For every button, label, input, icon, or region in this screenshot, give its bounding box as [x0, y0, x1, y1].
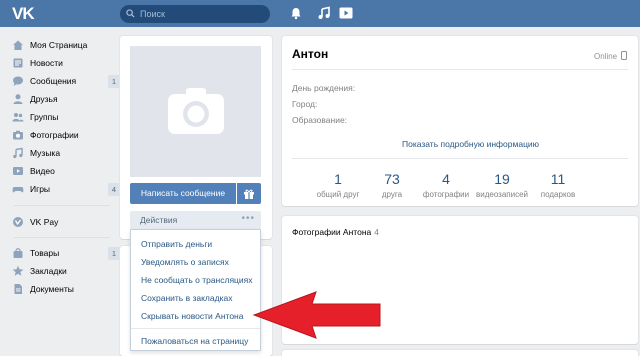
sidebar-item-label: Музыка — [30, 148, 61, 158]
stat-label: видеозаписей — [475, 190, 529, 199]
music-note-icon — [13, 147, 23, 159]
education-label: Образование: — [292, 115, 348, 125]
sidebar-item-documents[interactable]: Документы — [10, 280, 110, 298]
stat-number: 73 — [384, 171, 400, 187]
online-status: Online — [594, 51, 628, 61]
sidebar-item-friends[interactable]: Друзья — [10, 90, 110, 108]
search-placeholder: Поиск — [140, 9, 165, 19]
divider — [292, 158, 628, 159]
sidebar-item-label: Новости — [30, 58, 63, 68]
stat-label: фотографии — [422, 190, 470, 199]
star-icon — [12, 265, 24, 276]
sidebar-item-messages[interactable]: Сообщения 1 — [10, 72, 120, 90]
vkpay-icon — [13, 217, 23, 227]
gift-icon — [244, 189, 254, 199]
bag-icon — [13, 248, 23, 258]
friends-icon — [13, 94, 23, 104]
goods-count-badge: 1 — [108, 247, 120, 260]
sidebar-item-label: Игры — [30, 184, 51, 194]
show-more-info-link[interactable]: Показать подробную информацию — [402, 139, 539, 149]
menu-item-save-bookmarks[interactable]: Сохранить в закладках — [141, 293, 232, 303]
play-icon[interactable] — [339, 6, 353, 20]
menu-item-notify-posts[interactable]: Уведомлять о записях — [141, 257, 229, 267]
news-icon — [13, 58, 23, 68]
sidebar-item-groups[interactable]: Группы — [10, 108, 110, 126]
groups-icon — [12, 113, 24, 122]
sidebar-item-label: Сообщения — [30, 76, 77, 86]
next-card — [282, 350, 638, 356]
gift-button[interactable] — [237, 183, 261, 204]
photos-title[interactable]: Фотографии Антона 4 — [292, 227, 379, 237]
sidebar-divider — [14, 237, 110, 238]
sidebar-item-label: Документы — [30, 284, 74, 294]
online-status-text: Online — [594, 52, 618, 61]
sidebar-item-label: Товары — [30, 248, 60, 258]
games-count-badge: 4 — [108, 183, 120, 196]
menu-item-report-page[interactable]: Пожаловаться на страницу — [141, 336, 248, 346]
document-icon — [14, 284, 22, 294]
camera-icon — [13, 130, 23, 140]
vk-logo[interactable]: VK — [12, 5, 36, 23]
birthday-label: День рождения: — [292, 83, 356, 93]
sidebar-item-label: Фотографии — [30, 130, 79, 140]
actions-label: Действия — [140, 215, 178, 225]
camera-placeholder-icon — [168, 88, 224, 134]
red-arrow-annotation — [252, 291, 381, 339]
actions-dropdown: Отправить деньги Уведомлять о записях Не… — [130, 229, 261, 351]
search-bar[interactable]: Поиск — [120, 5, 270, 23]
divider — [292, 69, 628, 70]
stat-friends[interactable]: 73 друга — [362, 171, 422, 199]
mobile-icon — [621, 51, 628, 60]
stat-photos[interactable]: 4 фотографии — [416, 171, 476, 199]
sidebar-item-label: VK Pay — [30, 217, 59, 227]
stat-mutual-friends[interactable]: 1 общий друг — [308, 171, 368, 199]
sidebar-item-photos[interactable]: Фотографии — [10, 126, 110, 144]
stat-label: подарков — [540, 190, 576, 199]
city-label: Город: — [292, 99, 318, 109]
write-message-button[interactable]: Написать сообщение — [130, 183, 236, 204]
messages-count-badge: 1 — [108, 75, 120, 88]
home-icon — [13, 40, 23, 50]
profile-name: Антон — [292, 47, 329, 61]
photos-count: 4 — [374, 227, 379, 237]
menu-item-send-money[interactable]: Отправить деньги — [141, 239, 212, 249]
stat-label: друга — [381, 190, 403, 199]
sidebar-item-music[interactable]: Музыка — [10, 144, 110, 162]
menu-item-hide-news[interactable]: Скрывать новости Антона — [141, 311, 243, 321]
photos-title-text: Фотографии Антона — [292, 227, 372, 237]
sidebar-item-news[interactable]: Новости — [10, 54, 110, 72]
more-dots-icon: ••• — [241, 213, 255, 224]
bell-icon[interactable] — [289, 6, 303, 20]
sidebar-item-vkpay[interactable]: VK Pay — [10, 213, 110, 231]
sidebar-item-label: Друзья — [30, 94, 58, 104]
games-icon — [12, 187, 24, 193]
sidebar-item-games[interactable]: Игры 4 — [10, 180, 120, 198]
stat-gifts[interactable]: 11 подарков — [528, 171, 588, 199]
video-icon — [13, 167, 23, 175]
sidebar-item-video[interactable]: Видео — [10, 162, 110, 180]
sidebar-item-label: Закладки — [30, 266, 67, 276]
stat-videos[interactable]: 19 видеозаписей — [472, 171, 532, 199]
sidebar-item-label: Группы — [30, 112, 59, 122]
sidebar-item-goods[interactable]: Товары 1 — [10, 244, 120, 262]
sidebar-item-my-page[interactable]: Моя Страница — [10, 36, 110, 54]
music-icon[interactable] — [317, 6, 331, 20]
messages-icon — [13, 76, 23, 86]
actions-button[interactable]: Действия ••• — [130, 211, 261, 229]
sidebar-item-label: Видео — [30, 166, 55, 176]
sidebar-item-bookmarks[interactable]: Закладки — [10, 262, 110, 280]
menu-item-mute-broadcasts[interactable]: Не сообщать о трансляциях — [141, 275, 253, 285]
stat-number: 19 — [494, 171, 510, 187]
sidebar-divider — [14, 205, 110, 206]
stat-number: 11 — [550, 171, 566, 187]
sidebar-item-label: Моя Страница — [30, 40, 88, 50]
top-header: VK Поиск — [0, 0, 640, 27]
stat-number: 1 — [334, 171, 342, 187]
search-icon — [126, 9, 135, 18]
profile-avatar[interactable] — [130, 46, 261, 177]
menu-divider — [131, 328, 260, 329]
stat-label: общий друг — [316, 190, 360, 199]
stat-number: 4 — [442, 171, 450, 187]
